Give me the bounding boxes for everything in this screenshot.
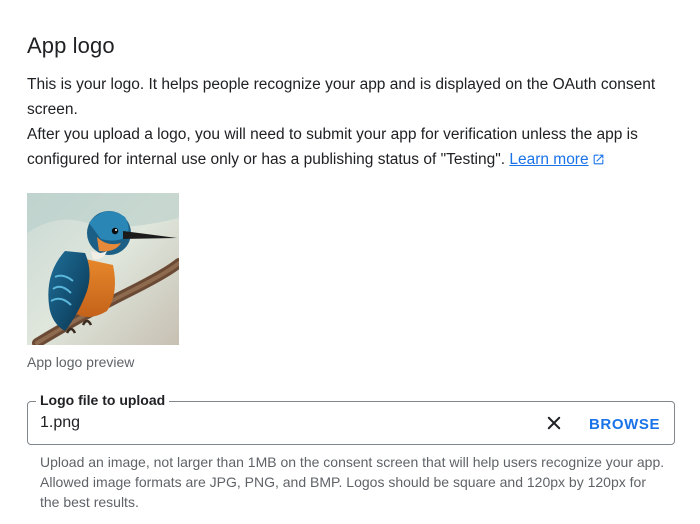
section-description: This is your logo. It helps people recog… bbox=[27, 72, 677, 174]
upload-helper-text: Upload an image, not larger than 1MB on … bbox=[40, 454, 665, 510]
close-icon bbox=[547, 416, 561, 430]
logo-file-label: Logo file to upload bbox=[36, 391, 170, 409]
clear-file-button[interactable] bbox=[543, 412, 565, 434]
app-logo-preview-image bbox=[27, 193, 179, 345]
logo-file-upload-field[interactable]: Logo file to upload 1.png BROWSE bbox=[27, 391, 675, 445]
description-line-2: After you upload a logo, you will need t… bbox=[27, 122, 677, 174]
learn-more-link[interactable]: Learn more bbox=[509, 151, 604, 168]
logo-preview-caption: App logo preview bbox=[27, 354, 135, 370]
description-line-1: This is your logo. It helps people recog… bbox=[27, 76, 656, 118]
section-title: App logo bbox=[27, 33, 115, 58]
learn-more-label: Learn more bbox=[509, 151, 589, 168]
browse-button[interactable]: BROWSE bbox=[583, 410, 666, 438]
logo-file-value[interactable]: 1.png bbox=[40, 414, 80, 432]
open-in-new-icon bbox=[592, 149, 605, 174]
